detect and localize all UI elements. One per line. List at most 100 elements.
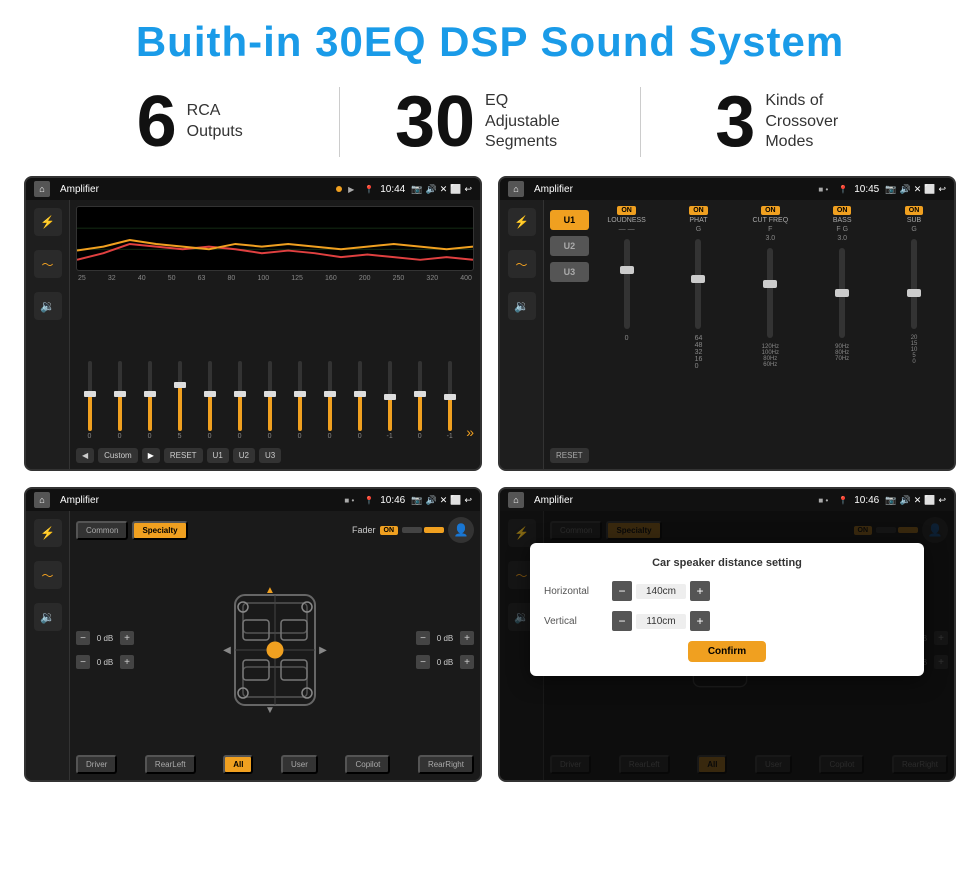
rear-right-btn[interactable]: RearRight: [418, 755, 474, 774]
stat-divider-2: [640, 87, 641, 157]
confirm-button[interactable]: Confirm: [688, 641, 766, 662]
stat-eq-number: 30: [395, 86, 475, 158]
fader-on-badge[interactable]: ON: [380, 526, 399, 535]
fader-tab-common[interactable]: Common: [76, 521, 128, 540]
channel-cutfreq: ON CUT FREQ F 3.0 120Hz100Hz80Hz60Hz: [736, 206, 804, 463]
vol-right-top-row: − 0 dB +: [416, 631, 474, 645]
fader-bottom-row: Driver RearLeft All User Copilot RearRig…: [76, 755, 474, 774]
eq-play-btn[interactable]: ▶: [142, 448, 160, 463]
vertical-plus-btn[interactable]: +: [690, 611, 710, 631]
vol-right-top-minus[interactable]: −: [416, 631, 430, 645]
all-btn[interactable]: All: [223, 755, 253, 774]
distance-volume-icon: 🔊: [899, 495, 910, 506]
fader-home-icon[interactable]: ⌂: [34, 492, 50, 508]
eq-slider-7: 0: [256, 361, 283, 440]
vol-left-bottom-minus[interactable]: −: [76, 655, 90, 669]
vol-left-top-val: 0 dB: [93, 634, 117, 643]
vol-left-top-row: − 0 dB +: [76, 631, 134, 645]
preset-col: U1 U2 U3 RESET: [550, 206, 589, 463]
crossover-reset-btn[interactable]: RESET: [550, 448, 589, 463]
eq-slider-8: 0: [286, 361, 313, 440]
horizontal-minus-btn[interactable]: −: [612, 581, 632, 601]
crossover-sidebar-btn-2[interactable]: 〜: [508, 250, 536, 278]
distance-status-icons: 📷 🔊 ✕ ⬜ ↩: [885, 495, 946, 506]
fader-sidebar-btn-2[interactable]: 〜: [34, 561, 62, 589]
vol-right-top-plus[interactable]: +: [460, 631, 474, 645]
eq-graph: [76, 206, 474, 271]
fader-screen-title: Amplifier: [60, 495, 338, 506]
phat-label: PHAT: [689, 217, 707, 224]
fader-body: − 0 dB + − 0 dB +: [76, 549, 474, 751]
svg-text:▶: ▶: [319, 645, 327, 656]
vol-left-bottom-plus[interactable]: +: [120, 655, 134, 669]
crossover-sidebar: ⚡ 〜 🔉: [500, 200, 544, 469]
eq-slider-4: 5: [166, 361, 193, 440]
vol-right-bottom-row: − 0 dB +: [416, 655, 474, 669]
fader-tab-specialty[interactable]: Specialty: [132, 521, 187, 540]
eq-u3-btn[interactable]: U3: [259, 448, 281, 463]
distance-indicator: ■ •: [818, 496, 828, 505]
profile-icon[interactable]: 👤: [448, 517, 474, 543]
close-icon: ✕: [440, 184, 448, 195]
dot-indicator: [336, 186, 342, 192]
stat-rca-text: RCA Outputs: [187, 101, 243, 143]
vol-right-bottom-val: 0 dB: [433, 658, 457, 667]
horizontal-plus-btn[interactable]: +: [690, 581, 710, 601]
phat-on-badge[interactable]: ON: [689, 206, 708, 215]
window-icon: ⬜: [450, 184, 461, 195]
loudness-on-badge[interactable]: ON: [617, 206, 636, 215]
distance-close-icon: ✕: [914, 495, 922, 506]
user-btn[interactable]: User: [281, 755, 318, 774]
crossover-back-icon: ↩: [938, 184, 946, 195]
stat-rca: 6 RCA Outputs: [60, 86, 319, 158]
crossover-home-icon[interactable]: ⌂: [508, 181, 524, 197]
fader-sidebar-btn-1[interactable]: ⚡: [34, 519, 62, 547]
preset-u2[interactable]: U2: [550, 236, 589, 256]
page-title: Buith-in 30EQ DSP Sound System: [0, 18, 980, 66]
home-icon[interactable]: ⌂: [34, 181, 50, 197]
eq-u2-btn[interactable]: U2: [233, 448, 255, 463]
eq-reset-btn[interactable]: RESET: [164, 448, 203, 463]
fader-status-bar: ⌂ Amplifier ■ • 📍 10:46 📷 🔊 ✕ ⬜ ↩: [26, 489, 480, 511]
vol-left-top-minus[interactable]: −: [76, 631, 90, 645]
eq-prev-btn[interactable]: ◀: [76, 448, 94, 463]
vertical-minus-btn[interactable]: −: [612, 611, 632, 631]
fader-indicator: ■ •: [344, 496, 354, 505]
copilot-btn[interactable]: Copilot: [345, 755, 390, 774]
vol-right-bottom-minus[interactable]: −: [416, 655, 430, 669]
sub-label: SUB: [907, 217, 921, 224]
sub-on-badge[interactable]: ON: [905, 206, 924, 215]
crossover-channels: ON LOUDNESS —— 0 ON: [593, 206, 948, 463]
fader-sidebar-btn-3[interactable]: 🔉: [34, 603, 62, 631]
crossover-sidebar-btn-3[interactable]: 🔉: [508, 292, 536, 320]
bass-on-badge[interactable]: ON: [833, 206, 852, 215]
eq-sidebar-btn-2[interactable]: 〜: [34, 250, 62, 278]
distance-back-icon: ↩: [938, 495, 946, 506]
distance-screen-content: ⚡ 〜 🔉 Common Specialty ON 👤: [500, 511, 954, 780]
eq-chevron-right[interactable]: »: [466, 424, 474, 440]
horizontal-label: Horizontal: [544, 586, 604, 597]
cutfreq-on-badge[interactable]: ON: [761, 206, 780, 215]
driver-btn[interactable]: Driver: [76, 755, 117, 774]
preset-u3[interactable]: U3: [550, 262, 589, 282]
preset-u1[interactable]: U1: [550, 210, 589, 230]
eq-screen: ⌂ Amplifier ▶ 📍 10:44 📷 🔊 ✕ ⬜ ↩ ⚡ 〜 🔉: [24, 176, 482, 471]
crossover-screen-content: ⚡ 〜 🔉 U1 U2 U3 RESET ON L: [500, 200, 954, 469]
crossover-sidebar-btn-1[interactable]: ⚡: [508, 208, 536, 236]
eq-slider-2: 0: [106, 361, 133, 440]
crossover-status-icons: 📷 🔊 ✕ ⬜ ↩: [885, 184, 946, 195]
eq-u1-btn[interactable]: U1: [207, 448, 229, 463]
distance-time: 10:46: [854, 495, 879, 506]
eq-sidebar-btn-3[interactable]: 🔉: [34, 292, 62, 320]
distance-home-icon[interactable]: ⌂: [508, 492, 524, 508]
channel-phat: ON PHAT G 644832160: [665, 206, 733, 463]
eq-slider-13: -1: [436, 361, 463, 440]
vol-right-bottom-plus[interactable]: +: [460, 655, 474, 669]
fader-screen: ⌂ Amplifier ■ • 📍 10:46 📷 🔊 ✕ ⬜ ↩ ⚡ 〜 🔉 …: [24, 487, 482, 782]
rear-left-btn[interactable]: RearLeft: [145, 755, 196, 774]
eq-sidebar-btn-1[interactable]: ⚡: [34, 208, 62, 236]
eq-preset-name[interactable]: Custom: [98, 448, 138, 463]
vol-left-top-plus[interactable]: +: [120, 631, 134, 645]
eq-slider-10: 0: [346, 361, 373, 440]
bass-label: BASS: [833, 217, 852, 224]
